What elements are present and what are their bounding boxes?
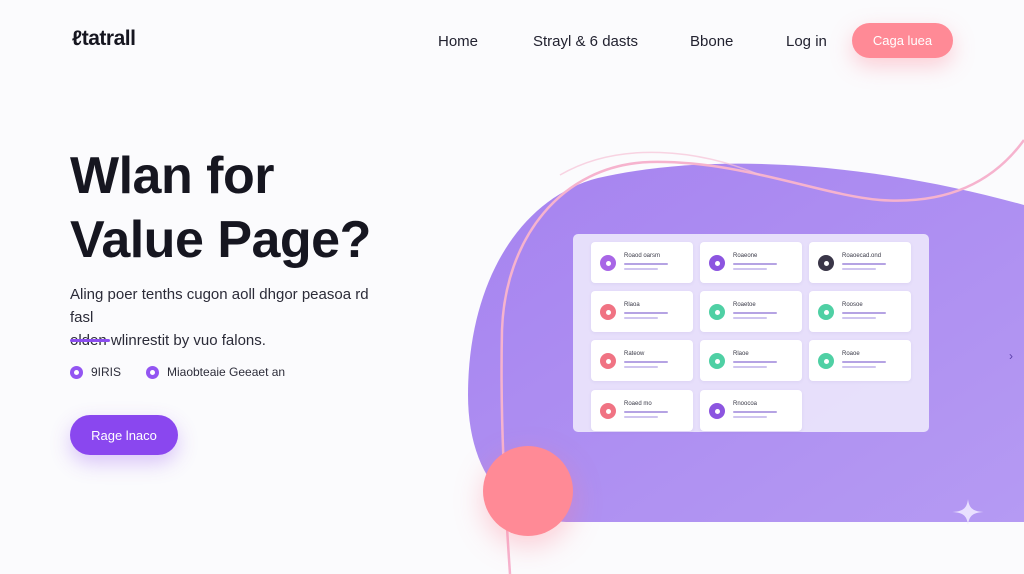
dashboard-card[interactable]: Rlaoe: [700, 340, 802, 381]
card-title: Roaoe: [842, 351, 860, 357]
card-text-line: [842, 268, 876, 270]
dashboard-card[interactable]: Roaetoe: [700, 291, 802, 332]
card-dot-icon: [709, 304, 725, 320]
dashboard-card[interactable]: Rlaoa: [591, 291, 693, 332]
card-dot-icon: [818, 255, 834, 271]
card-text-line: [624, 366, 658, 368]
card-text-line: [842, 361, 886, 363]
dashboard-card[interactable]: Roosoe: [809, 291, 911, 332]
card-text-line: [624, 268, 658, 270]
nav-cta-button[interactable]: Caga luea: [852, 23, 953, 58]
dashboard-card[interactable]: Roaoecad.ond: [809, 242, 911, 283]
card-title: Rlaoe: [733, 351, 749, 357]
card-text-line: [733, 317, 767, 319]
card-title: Roaed mo: [624, 401, 652, 407]
card-dot-icon: [600, 403, 616, 419]
card-text-line: [842, 317, 876, 319]
card-title: Rlaoa: [624, 302, 640, 308]
dashboard-card[interactable]: Rnoocoa: [700, 390, 802, 431]
card-title: Roaetoe: [733, 302, 756, 308]
card-dot-icon: [818, 353, 834, 369]
nav-link-strayl[interactable]: Strayl & 6 dasts: [533, 33, 638, 50]
nav-link-login[interactable]: Log in: [786, 33, 827, 50]
card-dot-icon: [818, 304, 834, 320]
card-text-line: [624, 263, 668, 265]
card-text-line: [624, 411, 668, 413]
coral-circle: [483, 446, 573, 536]
card-text-line: [624, 416, 658, 418]
card-text-line: [624, 312, 668, 314]
brand-logo[interactable]: ℓtatrall: [72, 27, 136, 51]
card-text-line: [842, 366, 876, 368]
card-dot-icon: [709, 403, 725, 419]
dashboard-card[interactable]: Rateow: [591, 340, 693, 381]
card-title: Roaod oarsm: [624, 253, 661, 259]
nav-link-bbone[interactable]: Bbone: [690, 33, 733, 50]
card-text-line: [842, 263, 886, 265]
dashboard-card[interactable]: Roaod oarsm: [591, 242, 693, 283]
nav-link-home[interactable]: Home: [438, 33, 478, 50]
card-dot-icon: [709, 255, 725, 271]
sparkle-icon: [950, 499, 986, 525]
card-dot-icon: [600, 304, 616, 320]
dashboard-card[interactable]: Roaeone: [700, 242, 802, 283]
card-text-line: [733, 411, 777, 413]
dashboard-card[interactable]: Roaoe: [809, 340, 911, 381]
card-text-line: [624, 361, 668, 363]
card-title: Rateow: [624, 351, 645, 357]
card-title: Roaeone: [733, 253, 758, 259]
card-text-line: [733, 366, 767, 368]
card-text-line: [733, 361, 777, 363]
top-navigation: ℓtatrall Home Strayl & 6 dasts Bbone Log…: [0, 0, 1024, 80]
card-title: Roosoe: [842, 302, 863, 308]
card-text-line: [733, 263, 777, 265]
card-dot-icon: [709, 353, 725, 369]
card-dot-icon: [600, 255, 616, 271]
dashboard-preview: Roaod oarsm Roaeone Roaoecad.ond Rlaoa R…: [573, 234, 929, 432]
card-title: Roaoecad.ond: [842, 253, 882, 259]
card-text-line: [733, 416, 767, 418]
card-text-line: [733, 312, 777, 314]
card-dot-icon: [600, 353, 616, 369]
dashboard-card[interactable]: Roaed mo: [591, 390, 693, 431]
chevron-right-icon[interactable]: ›: [1009, 349, 1013, 363]
card-text-line: [733, 268, 767, 270]
card-title: Rnoocoa: [733, 401, 758, 407]
card-text-line: [624, 317, 658, 319]
card-text-line: [842, 312, 886, 314]
